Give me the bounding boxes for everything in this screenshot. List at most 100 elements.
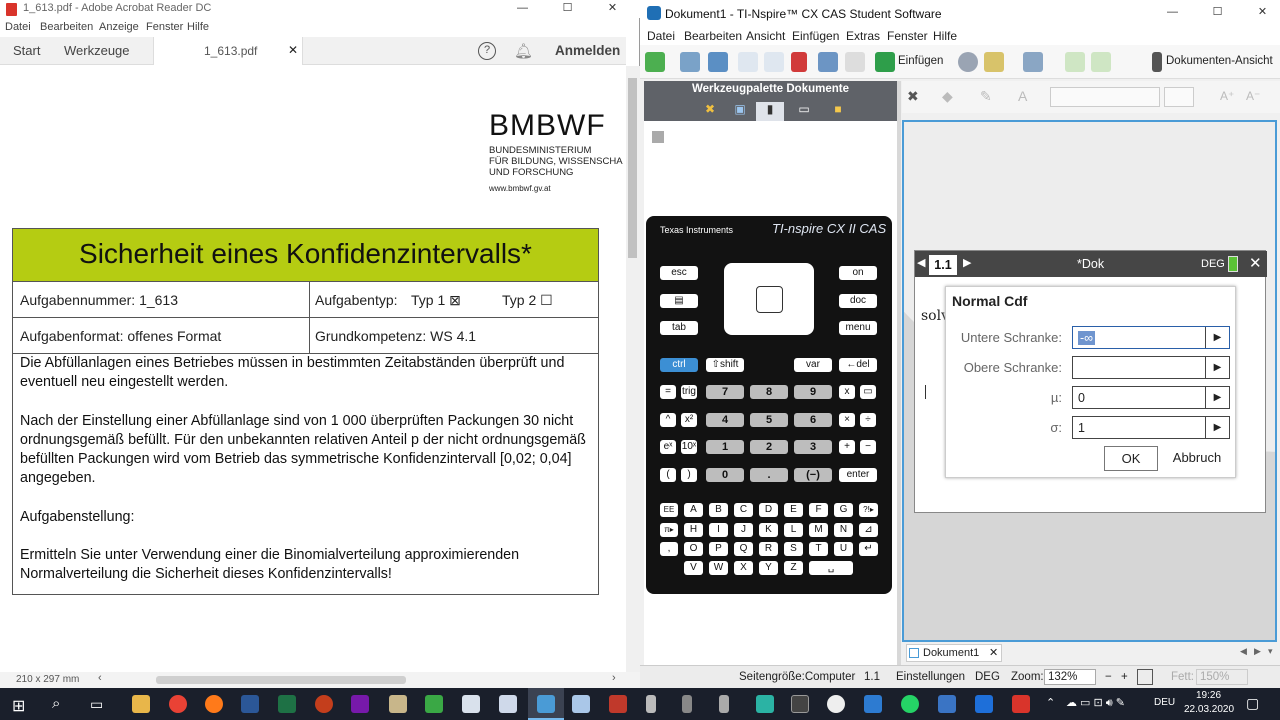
key-exp[interactable]: eˣ — [660, 440, 676, 454]
key-pi[interactable]: π▸ — [660, 523, 678, 537]
tab-next-icon[interactable]: ▶ — [1254, 646, 1261, 657]
key-d[interactable]: D — [759, 503, 778, 517]
key-del[interactable]: ←del — [839, 358, 877, 372]
key-divide[interactable]: ÷ — [860, 413, 876, 427]
tab-document[interactable]: 1_613.pdf ✕ — [153, 37, 303, 65]
key-minus[interactable]: − — [860, 440, 876, 454]
sigma-input[interactable]: 1 ▶ — [1072, 416, 1230, 439]
prev-page-icon[interactable]: ◀ — [917, 256, 925, 269]
key-var[interactable]: var — [794, 358, 832, 372]
app-icon-5[interactable] — [572, 695, 590, 713]
app-icon-1[interactable] — [389, 695, 407, 713]
close-document-icon[interactable]: ✕ — [989, 646, 998, 659]
next-page-icon[interactable]: ▶ — [963, 256, 971, 269]
document-tab[interactable]: Dokument1 ✕ — [906, 644, 1002, 662]
key-caret[interactable]: ^ — [660, 413, 676, 427]
notifications-icon[interactable]: ▢ — [1246, 695, 1259, 712]
key-5[interactable]: 5 — [750, 413, 788, 427]
ti-minimize-button[interactable]: — — [1150, 4, 1195, 22]
key-y[interactable]: Y — [759, 561, 778, 575]
zoom-out-icon[interactable]: − — [1105, 671, 1112, 683]
screenshot-icon[interactable] — [1023, 52, 1043, 72]
emulator-options-icon[interactable] — [652, 131, 664, 143]
app-icon-7[interactable] — [646, 695, 656, 713]
key-scratchpad[interactable]: ▤ — [660, 294, 698, 308]
ti-nspire-taskbar-button[interactable] — [528, 688, 564, 720]
tab-start[interactable]: Start — [13, 43, 40, 58]
key-ctrl[interactable]: ctrl — [660, 358, 698, 372]
page-tab[interactable]: 1.1 — [929, 255, 957, 275]
clock-time[interactable]: 19:26 — [1196, 690, 1221, 701]
key-ee[interactable]: EE — [660, 503, 678, 517]
ti-menu-ansicht[interactable]: Ansicht — [746, 29, 785, 43]
sigma-arrow-icon[interactable]: ▶ — [1205, 417, 1229, 438]
key-6[interactable]: 6 — [794, 413, 832, 427]
menu-bearbeiten[interactable]: Bearbeiten — [40, 21, 93, 33]
menu-hilfe[interactable]: Hilfe — [187, 21, 209, 33]
vertical-scrollbar[interactable] — [626, 66, 640, 672]
key-l[interactable]: L — [784, 523, 803, 537]
explorer-icon[interactable] — [132, 695, 150, 713]
clock-date[interactable]: 22.03.2020 — [1184, 704, 1234, 715]
key-j[interactable]: J — [734, 523, 753, 537]
paste-icon[interactable] — [845, 52, 865, 72]
key-c[interactable]: C — [734, 503, 753, 517]
menu-datei[interactable]: Datei — [5, 21, 31, 33]
language-indicator[interactable]: DEU — [1154, 697, 1175, 708]
ti-menu-datei[interactable]: Datei — [647, 29, 675, 43]
app-icon-4[interactable] — [499, 695, 517, 713]
powerpoint-icon[interactable] — [315, 695, 333, 713]
cancel-button[interactable]: Abbruch — [1164, 446, 1230, 471]
key-f[interactable]: F — [809, 503, 828, 517]
acrobat-icon[interactable] — [1012, 695, 1030, 713]
key-negative[interactable]: (−) — [794, 468, 832, 482]
key-space[interactable]: ␣ — [809, 561, 853, 575]
app-icon-14[interactable] — [938, 695, 956, 713]
key-esc[interactable]: esc — [660, 266, 698, 280]
key-4[interactable]: 4 — [706, 413, 744, 427]
task-view-icon[interactable]: ▭ — [90, 696, 103, 713]
help-icon[interactable]: ? — [478, 42, 496, 60]
key-7[interactable]: 7 — [706, 385, 744, 399]
app-icon-13[interactable] — [864, 695, 882, 713]
close-tab-icon[interactable]: ✕ — [288, 43, 298, 57]
excel-icon[interactable] — [278, 695, 296, 713]
ti-menu-einfuegen[interactable]: Einfügen — [792, 29, 839, 43]
key-m[interactable]: M — [809, 523, 828, 537]
utilities-tab-icon[interactable]: ▭ — [790, 102, 818, 121]
whatsapp-icon[interactable] — [901, 695, 919, 713]
touchpad-center[interactable] — [756, 286, 783, 313]
horizontal-scrollbar-thumb[interactable] — [156, 676, 406, 684]
key-doc[interactable]: doc — [839, 294, 877, 308]
app-icon-8[interactable] — [682, 695, 692, 713]
tools-tab-icon[interactable]: ✖ — [696, 102, 724, 121]
key-return[interactable]: ↵ — [859, 542, 878, 556]
key-tab[interactable]: tab — [660, 321, 698, 335]
zoom-in-icon[interactable]: + — [1121, 671, 1128, 683]
key-x-alpha[interactable]: X — [734, 561, 753, 575]
key-shift[interactable]: ⇧shift — [706, 358, 744, 372]
app-icon-10[interactable] — [756, 695, 774, 713]
insert-icon[interactable] — [875, 52, 895, 72]
ti-menu-bearbeiten[interactable]: Bearbeiten — [684, 29, 742, 43]
key-9[interactable]: 9 — [794, 385, 832, 399]
key-dot[interactable]: . — [750, 468, 788, 482]
key-k[interactable]: K — [759, 523, 778, 537]
key-flag[interactable]: ⊿ — [859, 523, 878, 537]
back-icon[interactable] — [1065, 52, 1085, 72]
key-10x[interactable]: 10ˣ — [681, 440, 697, 454]
close-page-icon[interactable]: ✕ — [1249, 254, 1262, 272]
insert-button[interactable]: Einfügen — [898, 55, 943, 67]
key-multiply[interactable]: × — [839, 413, 855, 427]
key-rparen[interactable]: ) — [681, 468, 697, 482]
key-p[interactable]: P — [709, 542, 728, 556]
tools-icon[interactable]: ✖ — [907, 88, 919, 105]
layout-icon[interactable] — [984, 52, 1004, 72]
tab-werkzeuge[interactable]: Werkzeuge — [64, 43, 130, 58]
chrome-icon[interactable] — [169, 695, 187, 713]
windows-start-icon[interactable]: ⊞ — [12, 696, 25, 716]
save-icon[interactable] — [708, 52, 728, 72]
bell-icon[interactable]: 🔔︎ — [514, 42, 533, 60]
zoom-select[interactable]: 132% — [1044, 669, 1096, 685]
key-z[interactable]: Z — [784, 561, 803, 575]
